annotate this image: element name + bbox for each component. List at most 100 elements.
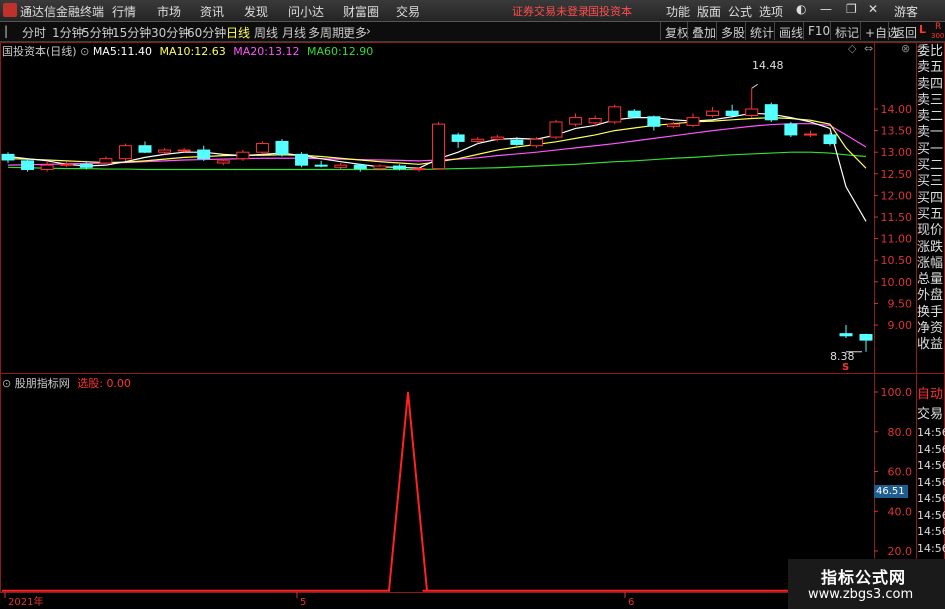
trade-sidebar-item[interactable]: 交易 [917,405,945,425]
chevron-right-icon[interactable]: › [366,24,371,38]
y-tick-label: 9.50 [888,297,913,310]
candle-body [764,104,778,121]
candle-body [490,136,504,140]
period-multi[interactable]: 多周期 [308,24,344,41]
minimize-icon[interactable]: — [820,2,832,16]
sidebar-item[interactable]: 涨幅 [917,256,945,272]
candle-body [725,110,739,116]
candle-body [118,145,132,160]
menu-item-discover[interactable]: 发现 [244,3,268,20]
dropdown-circle-icon[interactable]: ⊙ [80,45,89,58]
sidebar-item[interactable]: 买一 [917,142,945,158]
sidebar-item[interactable]: 现价 [917,223,945,239]
candle-body [686,117,700,126]
sidebar-item[interactable]: 委比 [917,44,945,60]
ma60-value: 12.90 [341,45,374,58]
sidebar-item[interactable]: 换手 [917,305,945,321]
period-15min[interactable]: 15分钟 [112,24,151,41]
candle-body [569,117,583,125]
x-tick-label: 6 [628,597,634,608]
candle-body [236,151,250,160]
sidebar-item[interactable]: 外盘 [917,288,945,304]
y-tick-label: 12.50 [881,168,913,181]
watermark: 指标公式网 www.zbgs3.com [788,559,945,609]
sidebar-item[interactable]: 买三 [917,174,945,190]
quote-sidebar: 委比 卖五 卖四 卖三 卖二 卖一 买一 买二 买三 买四 买五 现价 涨跌 涨幅 总量 外盘 换手 净资 收益 [917,44,945,354]
period-1min[interactable]: 1分钟 [52,24,84,41]
candle-body [588,118,602,124]
current-value-badge: 46.51 [874,485,908,498]
sidebar-item[interactable]: 总量 [917,272,945,288]
ma5-value: 11.40 [120,45,153,58]
ma10-line [7,117,867,169]
period-weekly[interactable]: 周线 [254,24,278,41]
trade-sidebar-item: 14:56 [917,525,945,538]
corner-l[interactable]: L [919,23,926,36]
trade-sidebar: 自动交易14:5614:5614:5614:5614:5614:5614:561… [917,385,945,557]
ma60-line [7,151,867,171]
candle-body [40,164,54,170]
chart-canvas: 9.00 9.50 10.00 10.50 11.00 11.50 12.00 12.50 13… [0,42,945,608]
skin-icon[interactable]: ◐ [796,2,806,16]
sidebar-item[interactable]: 收益 [917,337,945,353]
candle-body [1,153,15,161]
y-tick-label: 14.00 [881,103,913,116]
candle-body [666,123,680,127]
sidebar-item[interactable]: 买二 [917,158,945,174]
sidebar-item[interactable]: 卖五 [917,60,945,76]
candle-body [529,138,543,147]
high-pointer [751,83,758,89]
formula-button[interactable]: 公式 [728,3,752,20]
layout-button[interactable]: 版面 [697,3,721,20]
trade-sidebar-item: 14:56 [917,492,945,505]
corner-r[interactable]: R [935,22,941,32]
period-intraday[interactable]: 分时 [22,24,46,41]
sub-dropdown-icon[interactable]: ⊙ [2,377,11,390]
y-tick-label: 13.50 [881,125,913,138]
sell-signal-marker: S [842,362,850,373]
candle-body [432,123,446,170]
sidebar-item[interactable]: 卖一 [917,125,945,141]
sub-y-tick-label: 80.0 [888,426,913,439]
sidebar-item[interactable]: 卖三 [917,93,945,109]
restore-icon[interactable]: ❐ [846,2,857,16]
y-tick-label: 12.00 [881,189,913,202]
indicator-value: 0.00 [106,377,131,390]
sidebar-item[interactable]: 卖二 [917,109,945,125]
watermark-url: www.zbgs3.com [808,587,914,602]
period-more[interactable]: 更多 [343,24,367,41]
ma5-label: MA5: [92,45,121,58]
y-tick-label: 11.00 [881,233,913,246]
period-5min[interactable]: 5分钟 [82,24,114,41]
period-30min[interactable]: 30分钟 [151,24,190,41]
sidebar-item[interactable]: 买五 [917,207,945,223]
guest-label[interactable]: 游客 [894,3,918,20]
sidebar-item[interactable]: 买四 [917,191,945,207]
sidebar-item[interactable]: 涨跌 [917,240,945,256]
candle-body [314,164,328,167]
menu-item-trade[interactable]: 交易 [396,3,420,20]
candle-body [784,123,798,136]
period-daily[interactable]: 日线 [226,24,250,41]
period-60min[interactable]: 60分钟 [187,24,226,41]
menu-item-quotes[interactable]: 行情 [112,3,136,20]
ma20-value: 13.12 [267,45,300,58]
menu-item-wealth[interactable]: 财富圈 [343,3,379,20]
menu-item-ask[interactable]: 问小达 [288,3,324,20]
diamond-icon[interactable]: ◇ [848,42,856,55]
sidebar-item[interactable]: 卖四 [917,77,945,93]
login-warning[interactable]: 证券交易未登录 [512,3,589,19]
options-button[interactable]: 选项 [759,3,783,20]
menu-item-market[interactable]: 市场 [157,3,181,20]
expand-icon[interactable]: ⇔ [864,42,873,55]
function-button[interactable]: 功能 [666,3,690,20]
trade-sidebar-item[interactable]: 自动 [917,385,945,405]
close-icon[interactable]: ✕ [868,2,878,16]
period-monthly[interactable]: 月线 [282,24,306,41]
mark-button[interactable]: 标记 [830,22,863,40]
sidebar-item[interactable]: 净资 [917,321,945,337]
back-button[interactable]: 返回 [888,22,921,40]
close-panel-icon[interactable]: ⊗ [901,42,910,55]
x-tick-label: 5 [300,597,306,608]
menu-item-news[interactable]: 资讯 [200,3,224,20]
